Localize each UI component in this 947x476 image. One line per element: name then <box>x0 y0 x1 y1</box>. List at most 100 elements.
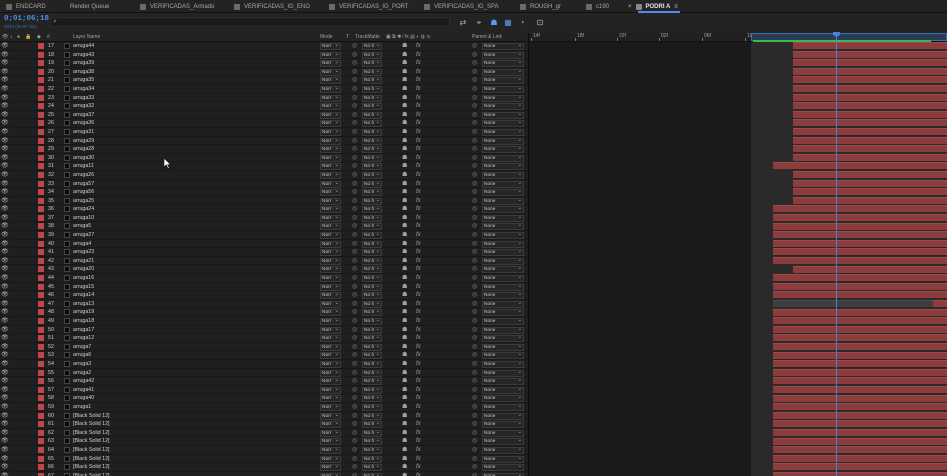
pickwhip-icon[interactable]: ◎ <box>472 240 477 248</box>
layer-duration-bar[interactable] <box>773 437 947 445</box>
eye-icon[interactable]: 👁 <box>1 231 9 239</box>
shy-switch-icon[interactable]: ☗ <box>402 334 407 342</box>
layer-row[interactable]: 👁 55 arruga2 Norr ⌄ ◎ No h ⌄ ☗ fx ◎ None ⌄ <box>0 368 528 378</box>
parent-dropdown[interactable]: None⌄ <box>482 146 524 154</box>
parent-dropdown[interactable]: None⌄ <box>482 128 524 136</box>
eye-icon[interactable]: 👁 <box>1 317 9 325</box>
track-matte-dropdown[interactable]: No h⌄ <box>362 197 382 205</box>
layer-row[interactable]: 👁 54 arruga3 Norr ⌄ ◎ No h ⌄ ☗ fx ◎ None ⌄ <box>0 359 528 369</box>
eye-icon[interactable]: 👁 <box>1 420 9 428</box>
preserve-transparency-icon[interactable]: ◎ <box>352 205 357 213</box>
layer-duration-bar[interactable] <box>773 248 947 256</box>
blend-mode-dropdown[interactable]: Norr⌄ <box>320 309 341 317</box>
timeline-panel[interactable]: 14f18f22f02f06f10f14f18f22f26f <box>528 32 947 476</box>
layer-duration-bar[interactable] <box>773 205 947 213</box>
track-matte-dropdown[interactable]: No h⌄ <box>362 326 382 334</box>
parent-dropdown[interactable]: None⌄ <box>482 189 524 197</box>
layer-row[interactable]: 👁 29 arruga28 Norr ⌄ ◎ No h ⌄ ☗ fx ◎ None ⌄ <box>0 145 528 154</box>
blend-mode-dropdown[interactable]: Norr⌄ <box>320 120 341 128</box>
layer-row[interactable]: 👁 23 arruga33 Norr ⌄ ◎ No h ⌄ ☗ fx ◎ None ⌄ <box>0 93 528 103</box>
label-color-swatch[interactable] <box>38 43 44 49</box>
eye-icon[interactable]: 👁 <box>1 283 9 291</box>
track-matte-dropdown[interactable]: No h⌄ <box>362 464 382 472</box>
parent-dropdown[interactable]: None⌄ <box>482 283 524 291</box>
preserve-transparency-icon[interactable]: ◎ <box>352 403 357 411</box>
shy-switch-icon[interactable]: ☗ <box>402 240 407 248</box>
blend-mode-dropdown[interactable]: Norr⌄ <box>320 137 341 145</box>
preserve-transparency-icon[interactable]: ◎ <box>352 145 357 153</box>
layer-name[interactable]: arruga18 <box>73 317 94 325</box>
pickwhip-icon[interactable]: ◎ <box>472 265 477 273</box>
pickwhip-icon[interactable]: ◎ <box>472 205 477 213</box>
parent-dropdown[interactable]: None⌄ <box>482 223 524 231</box>
track-matte-dropdown[interactable]: No h⌄ <box>362 249 382 257</box>
blend-mode-dropdown[interactable]: Norr⌄ <box>320 206 341 214</box>
preserve-transparency-icon[interactable]: ◎ <box>352 42 357 50</box>
layer-duration-bar[interactable] <box>793 59 947 67</box>
eye-icon[interactable]: 👁 <box>1 248 9 256</box>
blend-mode-dropdown[interactable]: Norr⌄ <box>320 94 341 102</box>
fx-switch-icon[interactable]: fx <box>416 351 421 359</box>
eye-icon[interactable]: 👁 <box>1 257 9 265</box>
tab-render-queue[interactable]: Render Queue <box>60 0 109 13</box>
track-matte-dropdown[interactable]: No h⌄ <box>362 266 382 274</box>
parent-dropdown[interactable]: None⌄ <box>482 403 524 411</box>
preserve-transparency-icon[interactable]: ◎ <box>352 360 357 368</box>
preserve-transparency-icon[interactable]: ◎ <box>352 102 357 110</box>
blend-mode-dropdown[interactable]: Norr⌄ <box>320 154 341 162</box>
label-color-swatch[interactable] <box>38 421 44 428</box>
preserve-transparency-icon[interactable]: ◎ <box>352 265 357 273</box>
layer-name[interactable]: arruga38 <box>73 68 94 76</box>
preserve-transparency-icon[interactable]: ◎ <box>352 162 357 170</box>
preserve-transparency-icon[interactable]: ◎ <box>352 472 357 476</box>
blend-mode-dropdown[interactable]: Norr⌄ <box>320 68 341 76</box>
fx-switch-icon[interactable]: fx <box>416 180 421 188</box>
layer-duration-bar[interactable] <box>793 153 947 161</box>
layer-row[interactable]: 👁 48 arruga19 Norr ⌄ ◎ No h ⌄ ☗ fx ◎ None ⌄ <box>0 308 528 317</box>
blend-mode-dropdown[interactable]: Norr⌄ <box>320 335 341 343</box>
layer-duration-bar[interactable] <box>773 360 947 368</box>
lock-toggle-icon[interactable]: 🔒 <box>25 34 31 40</box>
fx-switch-icon[interactable]: fx <box>416 291 421 299</box>
shy-switch-icon[interactable]: ☗ <box>402 128 407 136</box>
layer-duration-bar[interactable] <box>793 188 947 196</box>
preserve-transparency-icon[interactable]: ◎ <box>352 334 357 342</box>
track-matte-dropdown[interactable]: No h⌄ <box>362 163 382 171</box>
preserve-transparency-icon[interactable]: ◎ <box>352 94 357 102</box>
layer-row[interactable]: 👁 21 arruga35 Norr ⌄ ◎ No h ⌄ ☗ fx ◎ None ⌄ <box>0 76 528 85</box>
shy-switch-icon[interactable]: ☗ <box>402 446 407 454</box>
preserve-transparency-icon[interactable]: ◎ <box>352 257 357 265</box>
label-color-swatch[interactable] <box>38 171 44 178</box>
track-matte-dropdown[interactable]: No h⌄ <box>362 120 382 128</box>
layer-duration-bar[interactable] <box>773 274 947 282</box>
shy-switch-icon[interactable]: ☗ <box>402 455 407 463</box>
layer-duration-bar[interactable] <box>773 351 947 359</box>
layer-name[interactable]: [Black Solid 12] <box>73 412 110 420</box>
track-matte-dropdown[interactable]: No h⌄ <box>362 283 382 291</box>
pickwhip-icon[interactable]: ◎ <box>472 334 477 342</box>
preserve-transparency-icon[interactable]: ◎ <box>352 429 357 437</box>
layer-row[interactable]: 👁 50 arruga17 Norr ⌄ ◎ No h ⌄ ☗ fx ◎ None ⌄ <box>0 325 528 335</box>
eye-icon[interactable]: 👁 <box>1 455 9 463</box>
layer-name[interactable]: arruga33 <box>73 94 94 102</box>
label-column-icon[interactable]: ◆ <box>37 34 41 40</box>
preserve-transparency-icon[interactable]: ◎ <box>352 369 357 377</box>
shy-switch-icon[interactable]: ☗ <box>402 59 407 67</box>
pickwhip-icon[interactable]: ◎ <box>472 85 477 93</box>
eye-icon[interactable]: 👁 <box>1 403 9 411</box>
shy-switch-icon[interactable]: ☗ <box>402 317 407 325</box>
eye-icon[interactable]: 👁 <box>1 446 9 454</box>
label-color-swatch[interactable] <box>38 85 44 92</box>
blend-mode-dropdown[interactable]: Norr⌄ <box>320 180 341 188</box>
layer-row[interactable]: 👁 58 arruga40 Norr ⌄ ◎ No h ⌄ ☗ fx ◎ None ⌄ <box>0 394 528 403</box>
fx-switch-icon[interactable]: fx <box>416 51 421 59</box>
layer-row[interactable]: 👁 51 arruga12 Norr ⌄ ◎ No h ⌄ ☗ fx ◎ None ⌄ <box>0 334 528 343</box>
label-color-swatch[interactable] <box>38 292 44 299</box>
fx-switch-icon[interactable]: fx <box>416 171 421 179</box>
pickwhip-icon[interactable]: ◎ <box>472 222 477 230</box>
preserve-transparency-icon[interactable]: ◎ <box>352 343 357 351</box>
label-color-swatch[interactable] <box>38 51 44 58</box>
pickwhip-icon[interactable]: ◎ <box>472 429 477 437</box>
label-color-swatch[interactable] <box>38 154 44 161</box>
eye-icon[interactable]: 👁 <box>1 180 9 188</box>
